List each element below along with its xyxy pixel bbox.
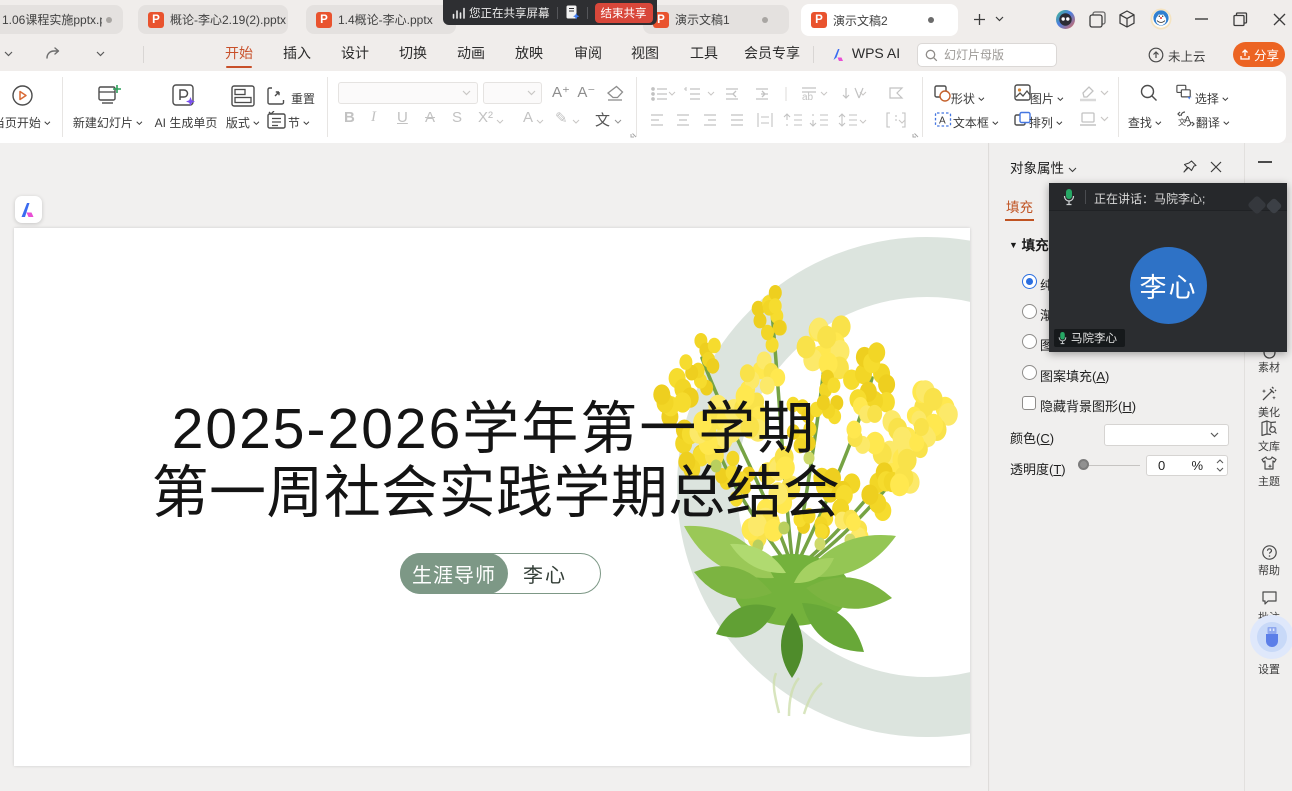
svg-text:2025-2026学年第一学期: 2025-2026学年第一学期: [172, 397, 817, 461]
svg-text:ab: ab: [802, 92, 814, 103]
svg-text:文: 文: [1178, 117, 1186, 127]
svg-text:第一周社会实践学期总结会: 第一周社会实践学期总结会: [152, 461, 841, 525]
svg-text:A: A: [939, 116, 946, 127]
